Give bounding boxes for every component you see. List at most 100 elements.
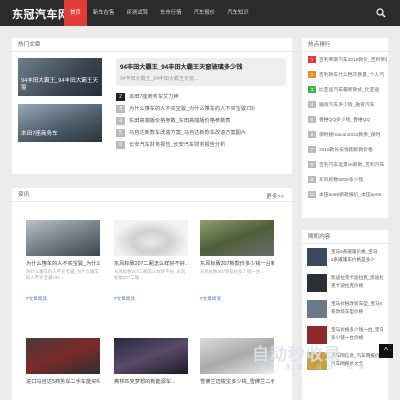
nav-item-market[interactable]: 车市行情 [154,0,188,26]
site-logo[interactable]: 东冠汽车网 [12,6,70,22]
list-item[interactable]: 1 吉利帝豪汽车2018款价_吉利帝豪 [308,55,388,64]
ranking-title: 2018款长安悦翔新款价格 [319,148,373,153]
main-nav: 首页 新车在售 评测试驾 车市行情 汽车报价 汽车知识 [64,0,255,26]
list-item[interactable]: 6 长安汽车财务报告_长安汽车财务报告分析 [116,140,286,149]
rank-number: 5 [116,128,125,137]
random-title-line2: 汽车网报价大全 [331,361,364,366]
random-title-line2: 克卡迪拉克价格 [331,283,364,288]
featured-desc: 94丰田大霸王_94丰田大霸王天窗... [120,76,199,82]
random-title-line1: 宝马价格改装车型_宝马5 [331,301,383,306]
rank-number: 6 [308,131,316,138]
hot-article-image-1[interactable]: 94丰田大霸王_94丰田大霸王天窗 [18,58,102,96]
news-card-tag[interactable]: #文章阅读 [26,296,100,302]
news-card: 奥林匹克梦想的新能源车... [114,338,188,385]
news-card-image[interactable] [114,220,188,256]
list-item[interactable]: 宝马5系敞篷价格_宝马 5系敞篷车价格是多少 [307,248,383,270]
nav-item-new-cars[interactable]: 新车在售 [87,0,121,26]
back-to-top-button[interactable]: ^ [379,344,393,358]
ranking-heading: 热点排行 [302,38,388,52]
list-item[interactable]: 3 为什么懂车的人不买宝骏_为什么懂车的人不买宝骏730 [116,104,286,113]
news-card-title[interactable]: 为什么懂车的人不买宝骏_为什么... [26,260,100,267]
hot-article-title: 为什么懂车的人不买宝骏_为什么懂车的人不买宝骏730 [129,106,255,112]
hot-articles-list: 94丰田大霸王_94丰田大霸王天窗玻璃多少钱 94丰田大霸王_94丰田大霸王天窗… [116,58,286,152]
list-item[interactable]: 2 本田7座商务车艾力绅 [116,92,286,101]
list-item[interactable]: 4 东田高端版价格参数_东田高端版价格参数表 [116,116,286,125]
hot-article-title: 本田7座商务车艾力绅 [129,94,179,100]
random-title-line1: 汽车网信息_汽车网报价 [331,353,380,358]
news-card-image[interactable] [26,338,100,374]
hot-image-caption-1: 94丰田大霸王_94丰田大霸王天窗 [21,78,99,91]
top-navbar: 东冠汽车网 首页 新车在售 评测试驾 车市行情 汽车报价 汽车知识 [0,0,400,26]
ranking-title: 吉利汽车远景x6新款_吉利汽车 [319,163,385,168]
news-card-title[interactable]: 奥林匹克梦想的新能源车... [114,378,188,385]
hot-articles-heading: 热门文章 [12,38,292,52]
news-card-tag[interactable]: #文章阅读 [114,296,188,302]
rank-number: 9 [308,176,316,183]
hot-article-title: 马自达新款车改造方案_马自达新款车改造方案图片 [129,130,247,136]
nav-item-home[interactable]: 首页 [64,0,87,26]
news-card-title[interactable]: 雪佛兰迈锐宝多少钱_雪佛兰二手... [200,378,274,385]
nav-item-prices[interactable]: 汽车报价 [188,0,222,26]
news-card-desc: 东风标致307新款价多少钱一台... [200,269,264,274]
random-title-line1: 凯迪拉克卡迪拉克_凯迪拉 [331,275,383,280]
hot-article-image-2[interactable]: 本田7座商务车 [18,104,102,142]
random-thumb [307,326,327,344]
list-item[interactable]: 7 2018款长安悦翔新款价格 [308,145,388,154]
rank-number: 4 [116,116,125,125]
news-card-image[interactable] [26,220,100,256]
list-item[interactable]: 8 吉利汽车远景x6新款_吉利汽车 [308,160,388,169]
ranking-title: 吉利轿车什么档次质量_个人汽 [319,73,385,78]
news-card: 东风标致207二厢怎么样好不好... 东风标致207二厢怎么样好不好_东风标致2… [114,220,188,302]
rank-number: 3 [116,104,125,113]
list-item[interactable]: 3 比亚迪汽车最新款式_比亚迪 [308,85,388,94]
list-item[interactable]: 10 本田ae86新款报价_本田ae86 [308,190,388,199]
random-thumb [307,300,327,318]
news-card-desc: 为什么懂车的人不买宝骏_为什么懂车的人不买宝骏730... [26,269,99,280]
hot-image-caption-2: 本田7座商务车 [21,131,58,137]
news-card-title[interactable]: 东风标致307新款价多少钱一台新... [200,260,274,267]
list-item[interactable]: 凯迪拉克卡迪拉克_凯迪拉 克卡迪拉克价格 [307,274,383,296]
random-thumb [307,274,327,292]
rank-number: 2 [308,71,316,78]
hot-article-featured[interactable]: 94丰田大霸王_94丰田大霸王天窗玻璃多少钱 94丰田大霸王_94丰田大霸王天窗… [116,58,286,86]
rank-number: 10 [308,191,316,198]
list-item[interactable]: 4 融资汽车多少钱_融资汽车 [308,100,388,109]
rank-number: 2 [116,92,125,101]
random-content-panel: 随机内容 宝马5系敞篷价格_宝马 5系敞篷车价格是多少 凯迪拉克卡迪拉克_凯迪拉… [302,230,388,400]
list-item[interactable]: 5 马自达新款车改造方案_马自达新款车改造方案图片 [116,128,286,137]
rank-number: 5 [308,116,316,123]
list-item[interactable]: 9 东风标致5008多少钱 [308,175,388,184]
hot-article-title: 东田高端版价格参数_东田高端版价格参数表 [129,118,231,124]
featured-title: 94丰田大霸王_94丰田大霸王天窗玻璃多少钱 [120,64,243,71]
ranking-title: 融资汽车多少钱_融资汽车 [319,103,375,108]
news-card-title[interactable]: 进口马自达5商务车二手车能买吗... [26,378,100,385]
ranking-title: 香椎QQ多少钱_香椎QQ [319,118,371,123]
hot-article-title: 长安汽车财务报告_长安汽车财务报告分析 [129,142,226,148]
news-card-image[interactable] [200,220,274,256]
news-card-tag[interactable]: #文章阅读 [200,296,274,302]
list-item[interactable]: 6 保时捷macan2022款参_保时 [308,130,388,139]
news-card-title[interactable]: 东风标致207二厢怎么样好不好... [114,260,188,267]
news-card: 雪佛兰迈锐宝多少钱_雪佛兰二手... [200,338,274,385]
news-card: 为什么懂车的人不买宝骏_为什么... 为什么懂车的人不买宝骏_为什么懂车的人不买… [26,220,100,302]
nav-item-reviews[interactable]: 评测试驾 [120,0,154,26]
random-title-line1: 宝马价格多少钱一台_宝马 [331,327,383,332]
news-card-image[interactable] [200,338,274,374]
more-link[interactable]: 更多>> [266,192,284,200]
nav-item-knowledge[interactable]: 汽车知识 [221,0,255,26]
news-card-image[interactable] [114,338,188,374]
list-item[interactable]: 宝马价格多少钱一台_宝马 多少钱一台价格 [307,326,383,348]
news-card: 进口马自达5商务车二手车能买吗... [26,338,100,385]
list-item[interactable]: 5 香椎QQ多少钱_香椎QQ [308,115,388,124]
rank-number: 3 [308,86,316,93]
search-icon[interactable] [376,8,386,18]
list-item[interactable]: 2 吉利轿车什么档次质量_个人汽 [308,70,388,79]
ranking-panel: 热点排行 1 吉利帝豪汽车2018款价_吉利帝豪 2 吉利轿车什么档次质量_个人汽 … [302,38,388,218]
ranking-title: 比亚迪汽车最新款式_比亚迪 [319,88,380,93]
rank-number: 7 [308,146,316,153]
list-item[interactable]: 宝马价格改装车型_宝马5 系改装车型价格 [307,300,383,322]
rank-number: 8 [308,161,316,168]
random-thumb [307,248,327,266]
list-item[interactable]: 汽车网信息_汽车网报价 汽车网报价大全 [307,352,383,374]
hot-articles-panel: 热门文章 94丰田大霸王_94丰田大霸王天窗 本田7座商务车 94丰田大霸王_9… [12,38,292,174]
